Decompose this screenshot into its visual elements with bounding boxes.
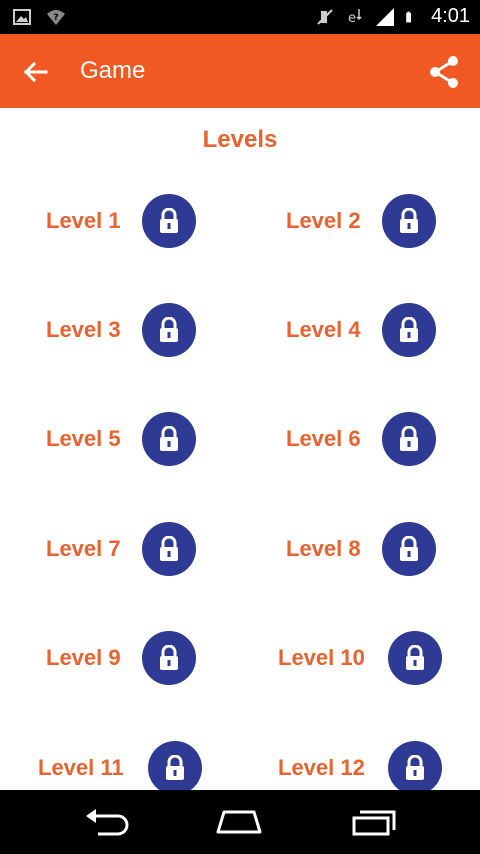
level-label: Level 8 — [286, 536, 361, 561]
lock-icon — [388, 631, 442, 685]
level-11-item[interactable]: Level 11 — [38, 741, 202, 795]
lock-icon — [382, 522, 436, 576]
level-label: Level 4 — [286, 317, 361, 342]
level-label: Level 10 — [278, 645, 365, 670]
nav-recents-button[interactable] — [350, 806, 400, 838]
level-12-item[interactable]: Level 12 — [278, 741, 442, 795]
navigation-bar — [0, 790, 480, 854]
level-1-item[interactable]: Level 1 — [46, 194, 196, 248]
recents-nav-icon — [352, 810, 396, 836]
level-5-item[interactable]: Level 5 — [46, 412, 196, 466]
level-3-item[interactable]: Level 3 — [46, 303, 196, 357]
level-8-item[interactable]: Level 8 — [286, 522, 436, 576]
lock-icon — [388, 741, 442, 795]
lock-icon — [142, 631, 196, 685]
level-label: Level 7 — [46, 536, 121, 561]
nav-back-button[interactable] — [82, 806, 132, 838]
lock-icon — [382, 303, 436, 357]
level-label: Level 11 — [38, 755, 124, 780]
lock-icon — [148, 741, 202, 795]
level-4-item[interactable]: Level 4 — [286, 303, 436, 357]
level-label: Level 9 — [46, 645, 121, 670]
levels-grid: Level 1 Level 2 Level 3 Level 4 Level 5 … — [0, 0, 480, 854]
level-label: Level 2 — [286, 208, 361, 233]
level-10-item[interactable]: Level 10 — [278, 631, 442, 685]
lock-icon — [142, 522, 196, 576]
level-7-item[interactable]: Level 7 — [46, 522, 196, 576]
lock-icon — [142, 412, 196, 466]
level-label: Level 3 — [46, 317, 121, 342]
back-nav-icon — [86, 809, 129, 836]
lock-icon — [142, 303, 196, 357]
lock-icon — [382, 194, 436, 248]
level-label: Level 5 — [46, 426, 121, 451]
level-2-item[interactable]: Level 2 — [286, 194, 436, 248]
level-label: Level 1 — [46, 208, 121, 233]
level-9-item[interactable]: Level 9 — [46, 631, 196, 685]
level-label: Level 12 — [278, 755, 365, 780]
home-nav-icon — [216, 810, 262, 834]
nav-home-button[interactable] — [214, 806, 264, 838]
level-6-item[interactable]: Level 6 — [286, 412, 436, 466]
lock-icon — [382, 412, 436, 466]
lock-icon — [142, 194, 196, 248]
level-label: Level 6 — [286, 426, 361, 451]
